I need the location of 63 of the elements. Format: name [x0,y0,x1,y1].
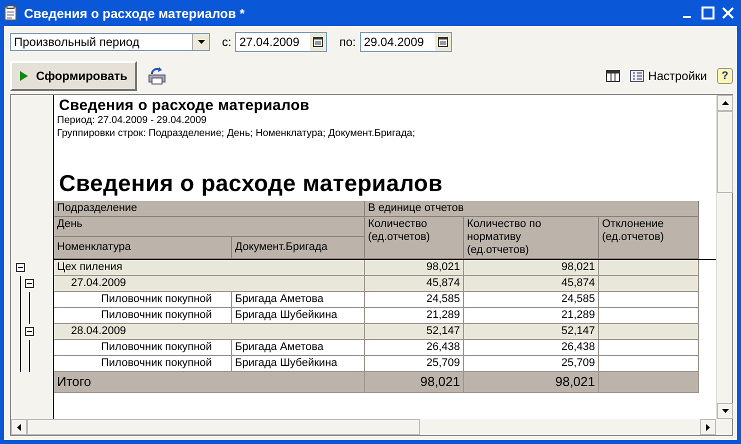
table-cell: Пиловочник покупной [54,340,232,356]
grouping-text: Группировки строк: Подразделение; День; Номенклатура; Документ.Бригада; [57,127,416,140]
table-cell: 26,438 [464,340,599,356]
play-icon [20,71,28,81]
table-cell: 45,874 [464,276,599,292]
help-button[interactable]: ? [717,68,733,84]
report-title: Сведения о расходе материалов [59,97,310,114]
date-label: по: [339,35,356,49]
table-cell: 24,585 [464,292,599,308]
period-dropdown[interactable]: Произвольный период [10,33,210,51]
table-cell: 98,021 [464,260,599,276]
calendar-icon[interactable] [438,37,448,47]
collapse-icon[interactable] [25,279,34,288]
date-label: с: [222,35,232,49]
column-group-header: В единице отчетов [365,201,699,217]
total-label: Итого [54,372,365,393]
group-cell: Цех пиления [54,260,365,276]
right-arrow-icon[interactable] [706,424,710,430]
table-cell: Бригада Аметова [232,340,365,356]
table-cell: 24,585 [365,292,464,308]
table-cell: Пиловочник покупной [54,292,232,308]
table-cell: 98,021 [365,260,464,276]
total-value: 98,021 [464,372,599,393]
group-cell: 27.04.2009 [54,276,365,292]
maximize-icon[interactable] [701,6,715,20]
table-cell: Бригада Аметова [232,292,365,308]
settings-button[interactable]: Настройки [630,69,707,83]
left-arrow-icon[interactable] [17,424,21,430]
column-header: Количество (ед.отчетов) [365,217,464,259]
total-value: 98,021 [365,372,464,393]
column-header: Отклонение (ед.отчетов) [599,217,699,259]
down-arrow-icon[interactable] [722,409,728,413]
scrollbar-corner [716,419,732,435]
period-text: Период: 27.04.2009 - 29.04.2009 [57,114,208,127]
printer-icon[interactable] [147,67,168,85]
vertical-scrollbar[interactable] [716,95,732,419]
close-icon[interactable] [721,6,735,20]
start-date-field[interactable]: 27.04.2009 [235,32,328,52]
column-header: День [54,217,365,236]
generate-button[interactable]: Сформировать [10,61,138,91]
window-title: Сведения о расходе материалов * [24,6,246,20]
table-cell: 52,147 [365,324,464,340]
up-arrow-icon[interactable] [722,101,728,105]
scrollbar-thumb[interactable] [717,111,733,193]
column-header: Подразделение [54,201,365,217]
column-header: Документ.Бригада [232,236,365,259]
horizontal-scrollbar[interactable] [11,419,716,435]
document-icon [4,5,18,21]
table-cell: 52,147 [464,324,599,340]
column-header: Номенклатура [54,236,232,259]
table-cell: 26,438 [365,340,464,356]
list-icon [630,70,644,82]
calendar-icon[interactable] [313,37,324,47]
table-cell: 45,874 [365,276,464,292]
column-header: Количество по нормативу (ед.отчетов) [464,217,599,259]
end-date-field[interactable]: 29.04.2009 [360,32,452,52]
report-heading: Сведения о расходе материалов [59,170,444,197]
scrollbar-thumb[interactable] [27,419,420,435]
table-icon[interactable] [606,70,620,82]
dropdown-arrow-icon[interactable] [198,40,204,44]
group-cell: 28.04.2009 [54,324,365,340]
collapse-icon[interactable] [25,327,34,336]
collapse-icon[interactable] [16,263,25,272]
